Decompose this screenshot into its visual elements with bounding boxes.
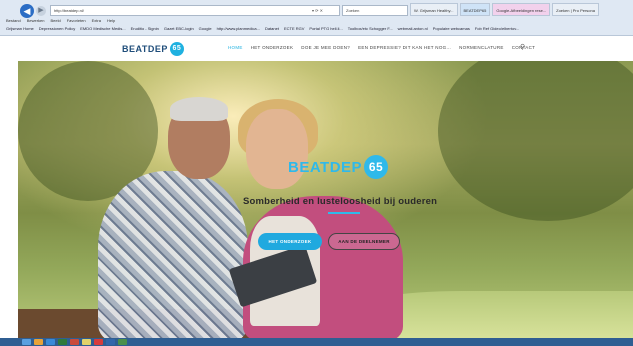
tab-google-images[interactable]: Google-Afbeeldingen rese...: [492, 3, 551, 16]
tab-strip: W. Grijsman Healthy... BEATDEP65 Google-…: [410, 3, 599, 17]
windows-taskbar: [0, 338, 633, 346]
favorite-link[interactable]: Toolbox/etc Schogger F...: [348, 26, 393, 31]
favorite-link[interactable]: Portal PTG heli.li...: [309, 26, 342, 31]
menu-item-help[interactable]: Help: [107, 18, 115, 23]
favorite-link[interactable]: Google: [199, 26, 212, 31]
favorite-link[interactable]: Grijsman Home: [6, 26, 34, 31]
favorite-link[interactable]: Gazet EBC-login: [164, 26, 194, 31]
excel-icon[interactable]: [58, 339, 67, 345]
hero-logo: BEATDEP 65: [288, 155, 389, 179]
tab-pro-persona[interactable]: Zoeken | Pro Persona: [552, 3, 599, 16]
man-figure: [98, 171, 248, 338]
favorites-bar: Grijsman Home Depressionen Policy EMDO M…: [6, 26, 631, 31]
site-logo[interactable]: BEATDEP 65: [122, 42, 184, 56]
favorite-link[interactable]: Depressionen Policy: [39, 26, 75, 31]
favorite-link[interactable]: Fob Ref Gideo/elbertov...: [475, 26, 519, 31]
menu-bar: Bestand Bewerken Beeld Favorieten Extra …: [6, 18, 115, 23]
nav-item-participate[interactable]: DOE JE MEE DOEN?: [301, 45, 350, 50]
participant-button[interactable]: AAN DE DEELNEMER: [328, 233, 400, 250]
favorite-link[interactable]: EMDO Medische Medis...: [80, 26, 125, 31]
menu-item-view[interactable]: Beeld: [50, 18, 60, 23]
hero-tagline: Somberheid en lusteloosheid bij ouderen: [243, 196, 438, 207]
favorite-link[interactable]: ECTE RGV: [284, 26, 304, 31]
ie-icon[interactable]: [22, 339, 31, 345]
menu-item-edit[interactable]: Bewerken: [27, 18, 45, 23]
menu-item-favorites[interactable]: Favorieten: [67, 18, 86, 23]
man-hair: [170, 97, 228, 121]
nav-item-depression[interactable]: EEN DEPRESSIE? DIT KAN HET NOG...: [358, 45, 451, 50]
outlook-icon[interactable]: [46, 339, 55, 345]
folder-icon[interactable]: [34, 339, 43, 345]
menu-item-tools[interactable]: Extra: [92, 18, 101, 23]
taskbar-icons: [22, 339, 127, 345]
logo-text: BEATDEP: [122, 44, 168, 54]
site-navigation: HOME HET ONDERZOEK DOE JE MEE DOEN? EEN …: [228, 45, 535, 50]
favorite-link[interactable]: Eruditio - Signin: [131, 26, 159, 31]
nav-item-home[interactable]: HOME: [228, 45, 243, 50]
favorite-link[interactable]: Populaire webcamas: [433, 26, 470, 31]
site-header: BEATDEP 65 HOME HET ONDERZOEK DOE JE MEE…: [0, 36, 633, 61]
hero-logo-text: BEATDEP: [288, 158, 363, 176]
tab-grijsman[interactable]: W. Grijsman Healthy...: [410, 3, 458, 16]
word-icon[interactable]: [106, 339, 115, 345]
forward-arrow-icon[interactable]: ▶: [36, 6, 46, 16]
favorite-link[interactable]: http://www.planmedica...: [217, 26, 260, 31]
menu-item-file[interactable]: Bestand: [6, 18, 21, 23]
pdf-icon[interactable]: [94, 339, 103, 345]
nav-item-research[interactable]: HET ONDERZOEK: [251, 45, 294, 50]
logo-number-badge: 65: [169, 42, 184, 56]
address-controls[interactable]: ▾ ⟳ ✕: [312, 5, 342, 16]
hero-logo-badge: 65: [364, 155, 389, 179]
back-arrow-icon[interactable]: ◀: [20, 4, 34, 18]
powerpoint-icon[interactable]: [70, 339, 79, 345]
app-icon[interactable]: [118, 339, 127, 345]
favorite-link[interactable]: webmail.anton.nl: [398, 26, 428, 31]
notes-icon[interactable]: [82, 339, 91, 345]
background-foliage: [438, 61, 633, 221]
favorite-link[interactable]: Datanet: [265, 26, 279, 31]
nav-item-nomenclature[interactable]: NORMENCLATURE: [459, 45, 504, 50]
browser-chrome: ◀ ▶ http://beatdep.nl/ ▾ ⟳ ✕ Zoeken W. G…: [0, 0, 633, 36]
hero-banner: BEATDEP 65 Somberheid en lusteloosheid b…: [18, 61, 633, 338]
tab-beatdep[interactable]: BEATDEP65: [459, 3, 491, 16]
research-button[interactable]: HET ONDERZOEK: [258, 233, 322, 250]
hero-divider: [328, 212, 360, 214]
search-icon[interactable]: ⚲: [520, 43, 525, 51]
address-bar[interactable]: http://beatdep.nl/: [50, 5, 340, 16]
browser-search-input[interactable]: Zoeken: [342, 5, 408, 16]
